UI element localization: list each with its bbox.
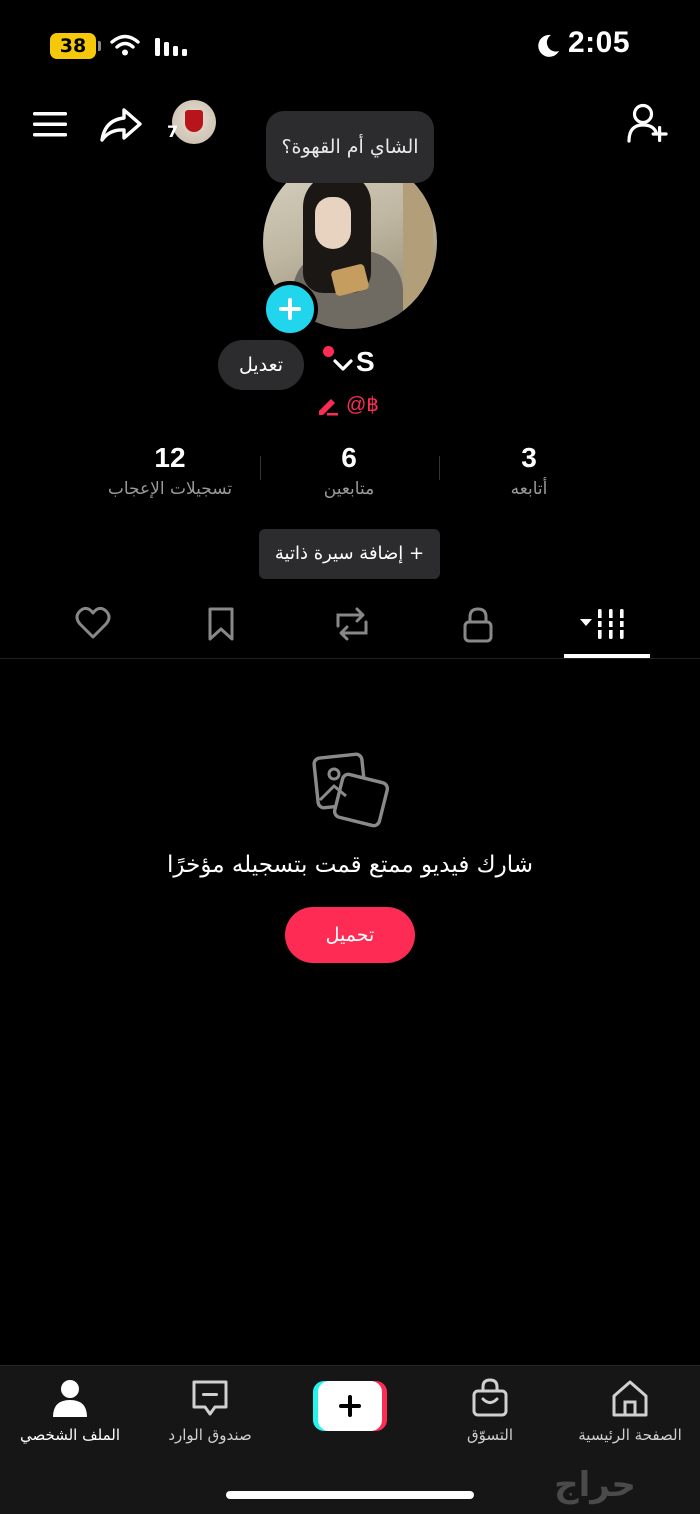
username: @฿ [346,394,380,416]
account-avatar[interactable] [172,100,216,144]
tab-reposts[interactable] [310,594,390,658]
clock: 2:05 [568,26,631,59]
inbox-icon [192,1380,228,1416]
empty-state-title: شارك فيديو ممتع قمت بتسجيله مؤخرًا [167,852,533,878]
upload-button[interactable]: تحميل [285,907,415,963]
home-indicator[interactable] [226,1491,474,1499]
followers-count: 6 [341,442,357,473]
create-button[interactable] [313,1381,387,1431]
nav-profile[interactable]: الملف الشخصي [0,1378,140,1458]
notification-dot [323,346,334,357]
account-notification-count: 7 [167,122,179,141]
stat-likes[interactable]: 12 تسجيلات الإعجاب [80,440,260,502]
club-crest-icon [185,110,203,132]
add-user-icon[interactable] [626,102,672,146]
nav-inbox[interactable]: صندوق الوارد [140,1378,280,1458]
wifi-icon [110,34,140,56]
person-icon [53,1380,87,1417]
content-tabs [0,594,700,659]
menu-icon[interactable] [30,104,70,144]
status-bar: 38 2:05 [0,0,700,92]
profile-screen: 38 2:05 7 الشاي أم القهوة؟ تعديل S @฿ 12… [0,0,700,1514]
share-icon[interactable] [98,104,144,144]
heart-icon [75,606,111,639]
tab-saved[interactable] [181,594,261,658]
lock-icon [463,607,493,643]
repost-icon [336,607,368,641]
haraj-watermark: حراج [554,1465,636,1505]
nav-home[interactable]: الصفحة الرئيسية [560,1378,700,1458]
home-icon [612,1380,648,1417]
chevron-down-icon[interactable] [332,358,354,372]
add-story-button[interactable] [262,281,318,337]
signal-icon [155,38,187,56]
edit-profile-button[interactable]: تعديل [218,340,304,390]
display-name[interactable]: S [356,346,375,378]
videos-grid-icon [580,609,627,639]
moon-icon [538,34,559,57]
followers-label: متابعين [323,479,375,499]
shopping-bag-icon [472,1378,508,1417]
following-label: أتابعه [510,479,548,499]
photos-icon [312,752,390,828]
likes-label: تسجيلات الإعجاب [107,479,233,499]
nav-shop-label: التسوّق [466,1426,514,1444]
active-tab-indicator [564,654,650,658]
battery-indicator: 38 [50,33,101,59]
tab-private[interactable] [438,594,518,658]
nav-inbox-label: صندوق الوارد [168,1426,252,1444]
tab-liked-videos[interactable] [53,594,133,658]
stat-followers[interactable]: 6 متابعين [259,440,439,502]
bookmark-icon [208,607,234,641]
nav-home-label: الصفحة الرئيسية [578,1426,682,1444]
tab-videos[interactable] [564,594,650,658]
nav-profile-label: الملف الشخصي [20,1426,120,1444]
add-bio-button[interactable]: + إضافة سيرة ذاتية [259,529,440,579]
status-bubble[interactable]: الشاي أم القهوة؟ [266,111,434,183]
following-count: 3 [521,442,537,473]
stat-following[interactable]: 3 أتابعه [439,440,619,502]
pencil-icon[interactable] [316,394,340,416]
nav-shop[interactable]: التسوّق [420,1378,560,1458]
likes-count: 12 [154,442,186,473]
